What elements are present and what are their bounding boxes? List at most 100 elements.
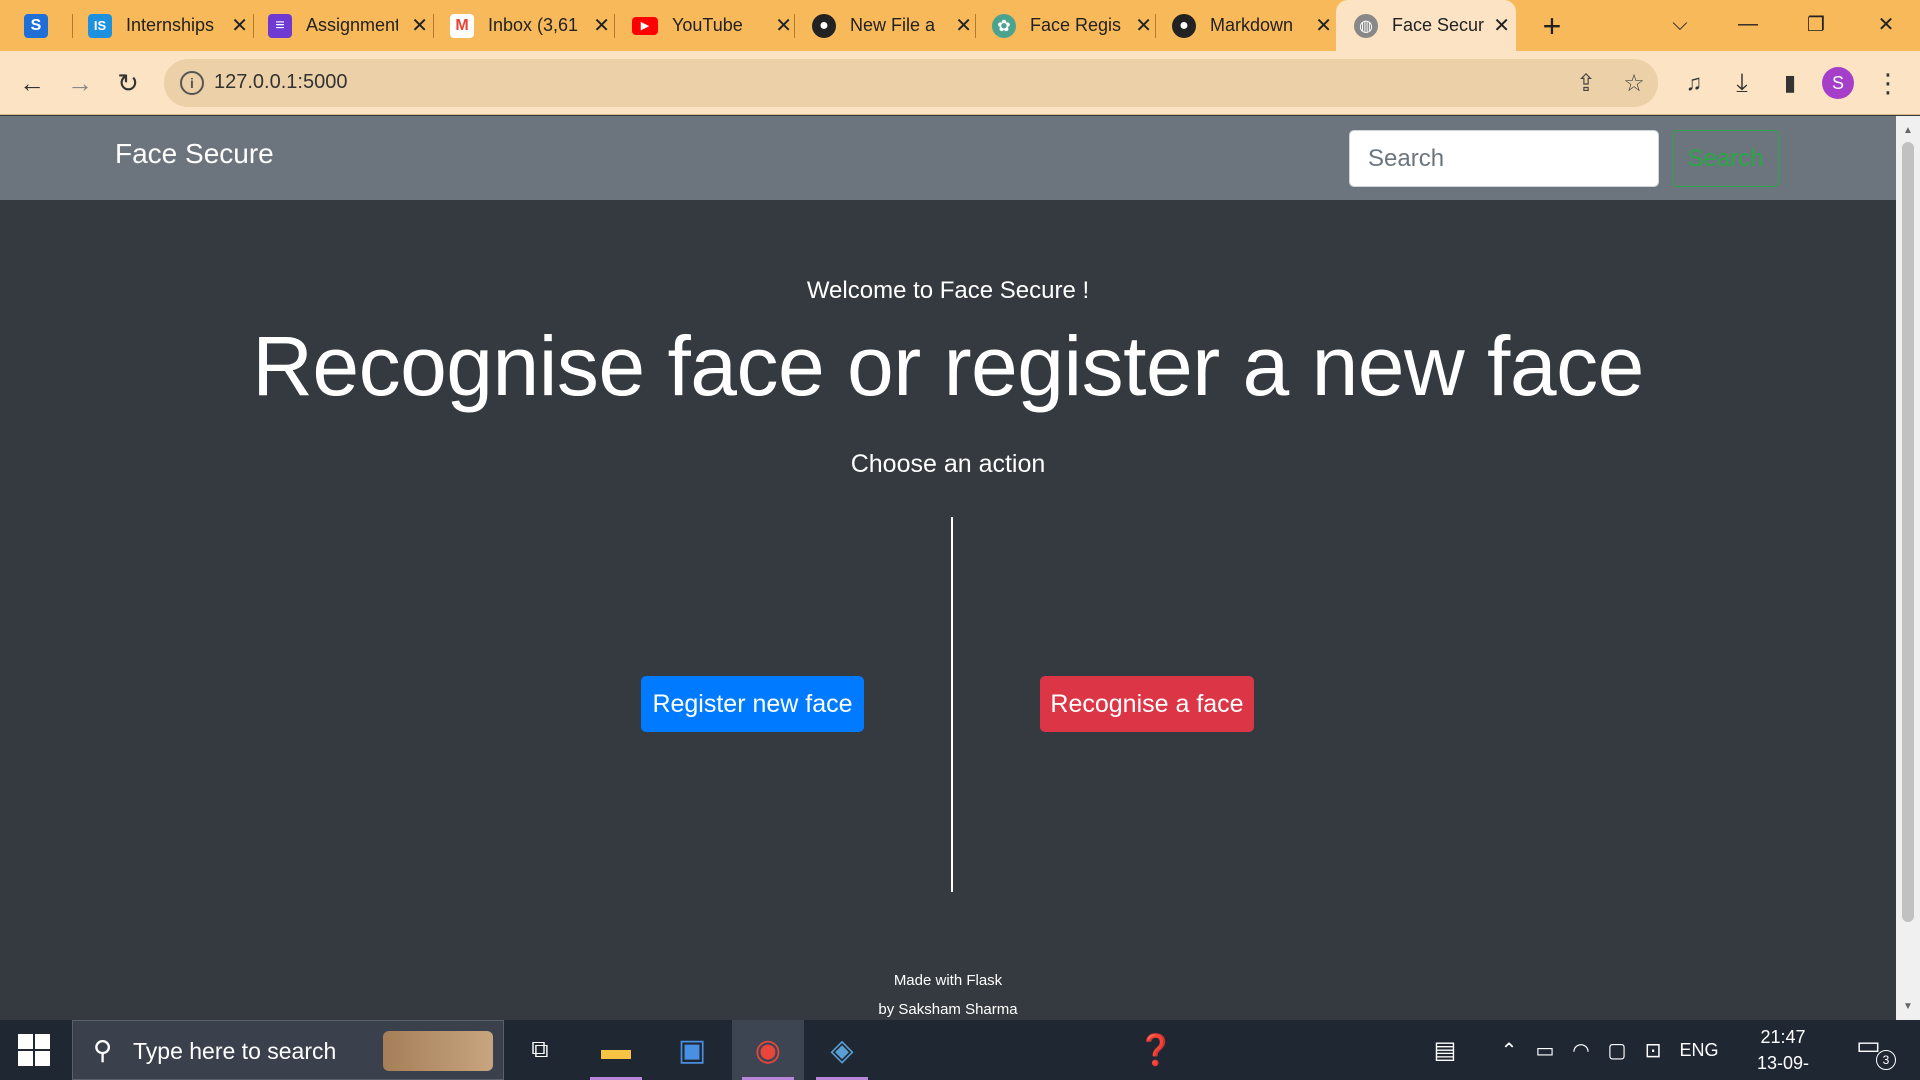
clock-date: 13-09-2023 — [1756, 1053, 1810, 1080]
battery-icon[interactable]: ▭ — [1530, 1020, 1560, 1080]
menu-kebab-icon[interactable]: ⋮ — [1870, 65, 1906, 101]
register-face-button[interactable]: Register new face — [641, 676, 864, 732]
notification-badge: 3 — [1876, 1050, 1896, 1070]
tab-search-chevron-icon[interactable]: ⌵ — [1660, 6, 1700, 42]
scroll-thumb[interactable] — [1902, 142, 1914, 922]
restore-icon[interactable]: ❐ — [1796, 6, 1836, 42]
site-info-icon[interactable]: i — [180, 71, 204, 95]
recognise-face-button[interactable]: Recognise a face — [1040, 676, 1254, 732]
tab-pinned[interactable]: S — [24, 0, 60, 51]
tab-label: Inbox (3,61 — [488, 15, 579, 35]
address-bar[interactable]: i 127.0.0.1:5000 ⇪ ☆ — [164, 59, 1658, 107]
tab-label: Assignment — [306, 15, 398, 35]
minimize-icon[interactable]: — — [1728, 6, 1768, 42]
notification-center-icon[interactable]: ▭ 3 — [1856, 1030, 1896, 1070]
tab-internships[interactable]: IS Internships ✕ — [88, 0, 254, 51]
main-content: Welcome to Face Secure ! Recognise face … — [0, 200, 1896, 1020]
youtube-icon: ▶ — [632, 16, 658, 35]
page-subtitle: Choose an action — [850, 450, 1046, 478]
tab-close-icon[interactable]: ✕ — [1493, 13, 1510, 38]
language-indicator[interactable]: ENG — [1674, 1020, 1724, 1080]
tab-label: Internships — [126, 15, 215, 35]
search-button[interactable]: Search — [1672, 130, 1779, 187]
forms-icon: ≡ — [268, 13, 292, 38]
windows-start-icon[interactable] — [18, 1034, 50, 1066]
tab-close-icon[interactable]: ✕ — [231, 13, 248, 38]
tab-close-icon[interactable]: ✕ — [955, 13, 972, 38]
search-icon: ⚲ — [93, 1035, 113, 1065]
tab-separator — [794, 14, 795, 38]
tab-label: Markdown — [1210, 15, 1294, 35]
site-brand[interactable]: Face Secure — [115, 138, 274, 170]
meet-camera-icon[interactable]: ▢ — [1602, 1020, 1632, 1080]
help-icon[interactable]: ❓ — [1120, 1020, 1192, 1080]
bookmark-star-icon[interactable]: ☆ — [1620, 69, 1648, 97]
tab-close-icon[interactable]: ✕ — [593, 13, 610, 38]
vertical-divider — [951, 517, 953, 892]
reload-icon[interactable]: ↻ — [110, 65, 146, 101]
tab-label: Face Regis — [1030, 15, 1122, 35]
tab-face-secure[interactable]: ◍ Face Secur ✕ — [1336, 0, 1516, 51]
browser-toolbar: ← → ↻ i 127.0.0.1:5000 ⇪ ☆ ♫ ⤓ ▮ S ⋮ — [0, 51, 1920, 115]
scroll-down-icon[interactable]: ▼ — [1896, 994, 1920, 1018]
tab-strip: S IS Internships ✕ ≡ Assignment ✕ M Inbo… — [0, 0, 1920, 51]
search-highlight-image — [383, 1031, 493, 1071]
system-clock[interactable]: 21:47 13-09-2023 — [1738, 1024, 1828, 1080]
download-icon[interactable]: ⤓ — [1724, 65, 1760, 101]
windows-taskbar: ⚲ Type here to search ⧉ ▬ ▣ ◉ ◈ ❓ ▤ ⌃ ▭ … — [0, 1020, 1920, 1080]
tab-label: New File a — [850, 15, 936, 35]
chrome-icon[interactable]: ◉ — [732, 1020, 804, 1080]
taskbar-search[interactable]: ⚲ Type here to search — [72, 1020, 504, 1080]
tab-close-icon[interactable]: ✕ — [775, 13, 792, 38]
tab-close-icon[interactable]: ✕ — [1315, 13, 1332, 38]
calendar-app-icon[interactable]: ▣ — [656, 1020, 728, 1080]
python-icon[interactable]: ◈ — [806, 1020, 878, 1080]
footer-author: by Saksham Sharma — [878, 1001, 1018, 1018]
profile-avatar[interactable]: S — [1822, 67, 1854, 99]
tab-close-icon[interactable]: ✕ — [411, 13, 428, 38]
scroll-up-icon[interactable]: ▲ — [1896, 118, 1920, 142]
search-input[interactable] — [1349, 130, 1659, 187]
github-icon: ● — [812, 13, 836, 38]
tab-youtube[interactable]: ▶ YouTube ✕ — [632, 0, 798, 51]
side-panel-icon[interactable]: ▮ — [1772, 65, 1808, 101]
internshala-icon: IS — [88, 13, 112, 38]
wifi-icon[interactable]: ◠ — [1566, 1020, 1596, 1080]
chatgpt-icon: ✿ — [992, 13, 1016, 38]
page-scrollbar[interactable]: ▲ ▼ — [1896, 116, 1920, 1020]
site-navbar: Face Secure Search — [0, 116, 1896, 200]
news-widget-icon[interactable]: ▤ — [1420, 1020, 1470, 1080]
tab-face-register[interactable]: ✿ Face Regis ✕ — [992, 0, 1158, 51]
tab-favicon-icon: S — [24, 13, 48, 38]
back-arrow-icon[interactable]: ← — [14, 65, 50, 101]
display-icon[interactable]: ⊡ — [1638, 1020, 1668, 1080]
close-window-icon[interactable]: ✕ — [1866, 6, 1906, 42]
tab-separator — [433, 14, 434, 38]
tab-inbox[interactable]: M Inbox (3,61 ✕ — [450, 0, 616, 51]
tab-label: Face Secur — [1392, 15, 1484, 35]
clock-time: 21:47 — [1760, 1027, 1806, 1047]
media-control-icon[interactable]: ♫ — [1676, 65, 1712, 101]
tab-separator — [253, 14, 254, 38]
tab-close-icon[interactable]: ✕ — [1135, 13, 1152, 38]
gmail-icon: M — [450, 13, 474, 38]
tab-assignment[interactable]: ≡ Assignment ✕ — [268, 0, 434, 51]
task-view-icon[interactable]: ⧉ — [504, 1020, 576, 1080]
tab-separator — [1155, 14, 1156, 38]
github-icon: ● — [1172, 13, 1196, 38]
file-explorer-icon[interactable]: ▬ — [580, 1020, 652, 1080]
url-text[interactable]: 127.0.0.1:5000 — [214, 71, 347, 94]
tab-separator — [975, 14, 976, 38]
tab-new-file[interactable]: ● New File a ✕ — [812, 0, 978, 51]
tab-label: YouTube — [672, 15, 743, 35]
tab-markdown[interactable]: ● Markdown ✕ — [1172, 0, 1338, 51]
welcome-text: Welcome to Face Secure ! — [806, 277, 1090, 304]
new-tab-icon[interactable]: + — [1534, 8, 1570, 44]
footer-made-with: Made with Flask — [893, 972, 1003, 989]
tab-separator — [614, 14, 615, 38]
forward-arrow-icon[interactable]: → — [62, 65, 98, 101]
tray-chevron-up-icon[interactable]: ⌃ — [1494, 1020, 1524, 1080]
globe-icon: ◍ — [1354, 13, 1378, 38]
share-icon[interactable]: ⇪ — [1572, 69, 1600, 97]
taskbar-search-placeholder: Type here to search — [133, 1038, 337, 1064]
